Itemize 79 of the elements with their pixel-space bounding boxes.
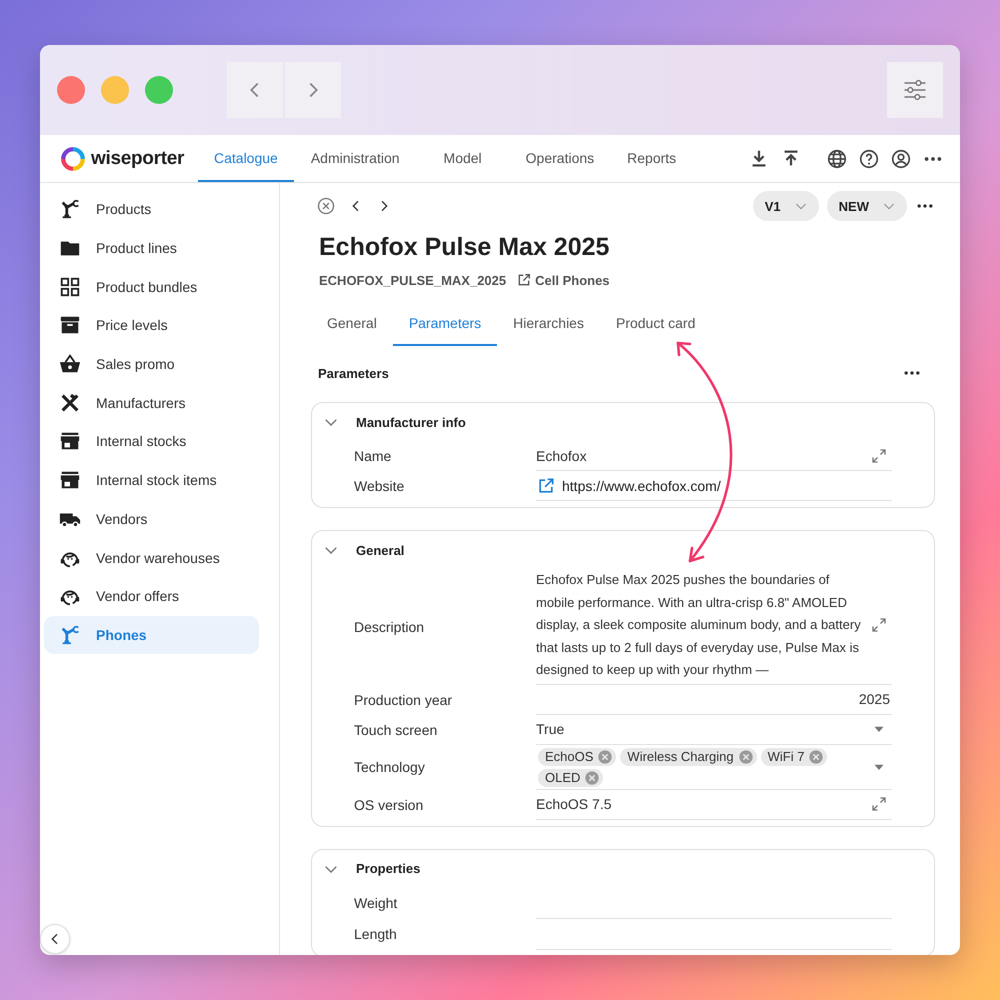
field-label: Production year bbox=[354, 692, 454, 708]
globe-icon[interactable] bbox=[826, 148, 848, 170]
category-link[interactable]: Cell Phones bbox=[516, 272, 610, 288]
tag-chip[interactable]: Wireless Charging bbox=[620, 748, 757, 766]
field-label: Length bbox=[354, 926, 398, 942]
field-input[interactable]: True bbox=[536, 714, 892, 744]
robot-arm-icon bbox=[59, 198, 81, 220]
nav-tab[interactable]: Catalogue bbox=[198, 135, 294, 182]
account-icon[interactable] bbox=[890, 148, 912, 170]
settings-button[interactable] bbox=[887, 62, 943, 118]
remove-icon[interactable] bbox=[808, 748, 824, 764]
archive-box-icon bbox=[59, 314, 81, 336]
field-value: True bbox=[536, 721, 564, 737]
nav-tab[interactable]: Operations bbox=[510, 135, 610, 182]
field-value: Echofox Pulse Max 2025 pushes the boundaries of mobile performance. With an ultra-crisp 6.8" AMOLED display, a sleek composite aluminum body, and a battery that lasts up to 2 full days of everyday use, Pulse Max is designed to keep up with your rhythm — bbox=[536, 571, 862, 679]
group-title: General bbox=[356, 542, 404, 558]
field-label: Weight bbox=[354, 895, 398, 911]
sidebar-item[interactable]: Product bundles bbox=[44, 267, 259, 306]
logo-text: wiseporter bbox=[91, 148, 184, 170]
sidebar-item[interactable]: Sales promo bbox=[44, 344, 259, 384]
group-title: Properties bbox=[356, 861, 420, 876]
field-input[interactable]: EchoOS 7.5 bbox=[536, 790, 892, 820]
sidebar-item[interactable]: Vendor offers bbox=[44, 576, 259, 616]
tab[interactable]: Hierarchies bbox=[497, 306, 600, 346]
status-dropdown[interactable]: NEW bbox=[826, 191, 907, 221]
website-link[interactable]: https://www.echofox.com/ bbox=[536, 476, 721, 496]
version-dropdown[interactable]: V1 bbox=[752, 191, 819, 221]
expand-icon[interactable] bbox=[870, 616, 888, 634]
tools-icon bbox=[59, 392, 81, 414]
sidebar-item[interactable]: Manufacturers bbox=[44, 383, 259, 422]
field-label: Touch screen bbox=[354, 722, 438, 738]
expand-icon[interactable] bbox=[870, 446, 888, 464]
tab[interactable]: Product card bbox=[600, 306, 712, 346]
section-title: Parameters bbox=[318, 366, 389, 380]
sidebar-item[interactable]: Product lines bbox=[44, 228, 259, 268]
field-value: EchoOS 7.5 bbox=[536, 796, 612, 812]
field-label: Description bbox=[354, 618, 426, 635]
field-label: Technology bbox=[354, 759, 426, 775]
expand-icon[interactable] bbox=[870, 795, 888, 813]
collapse-sidebar-button[interactable] bbox=[40, 924, 70, 954]
sidebar-item[interactable]: Internal stock items bbox=[44, 460, 259, 500]
basket-icon bbox=[59, 353, 81, 376]
record-title: Echofox Pulse Max 2025 bbox=[319, 233, 610, 262]
sidebar-item[interactable]: Phones bbox=[44, 616, 259, 654]
close-icon[interactable] bbox=[316, 196, 336, 216]
sidebar-item[interactable]: Price levels bbox=[44, 306, 259, 345]
field-label: OS version bbox=[354, 796, 424, 812]
field-input[interactable]: https://www.echofox.com/ bbox=[536, 471, 892, 501]
field-input[interactable]: EchoOS Wireless Charging WiFi 7 OLED bbox=[536, 744, 892, 790]
sidebar-item[interactable]: Vendor warehouses bbox=[44, 538, 259, 577]
sidebar-item[interactable]: Products bbox=[44, 190, 259, 229]
tag-chip[interactable]: OLED bbox=[538, 768, 604, 786]
sidebar-item[interactable]: Internal stocks bbox=[44, 422, 259, 461]
field-input[interactable]: Echofox bbox=[536, 441, 892, 471]
nav-tab[interactable]: Administration bbox=[294, 135, 416, 182]
tab[interactable]: Parameters bbox=[392, 306, 498, 346]
storefront-icon bbox=[59, 430, 81, 452]
help-icon[interactable] bbox=[858, 148, 880, 170]
nav-tab[interactable]: Model bbox=[428, 135, 498, 182]
ring-logo-icon bbox=[60, 146, 86, 172]
record-code: ECHOFOX_PULSE_MAX_2025 bbox=[319, 272, 506, 288]
grid-icon bbox=[59, 276, 81, 298]
field-value: 2025 bbox=[858, 691, 890, 707]
nav-tab[interactable]: Reports bbox=[611, 135, 692, 182]
storefront-icon bbox=[59, 469, 81, 492]
remove-icon[interactable] bbox=[584, 770, 600, 786]
external-link-icon bbox=[516, 272, 532, 288]
robot-arm-icon bbox=[59, 624, 81, 646]
tab[interactable]: General bbox=[311, 306, 393, 346]
tag-chip[interactable]: EchoOS bbox=[538, 748, 616, 766]
remove-icon[interactable] bbox=[738, 748, 754, 764]
tag-chip[interactable]: WiFi 7 bbox=[760, 748, 828, 766]
sidebar-item[interactable]: Vendors bbox=[44, 500, 259, 538]
field-label: Name bbox=[354, 448, 392, 464]
field-label: Website bbox=[354, 478, 406, 494]
remove-icon[interactable] bbox=[597, 748, 614, 764]
group-title: Manufacturer info bbox=[356, 414, 466, 430]
field-value: Echofox bbox=[536, 448, 587, 464]
field-input[interactable]: 2025 bbox=[536, 684, 892, 714]
